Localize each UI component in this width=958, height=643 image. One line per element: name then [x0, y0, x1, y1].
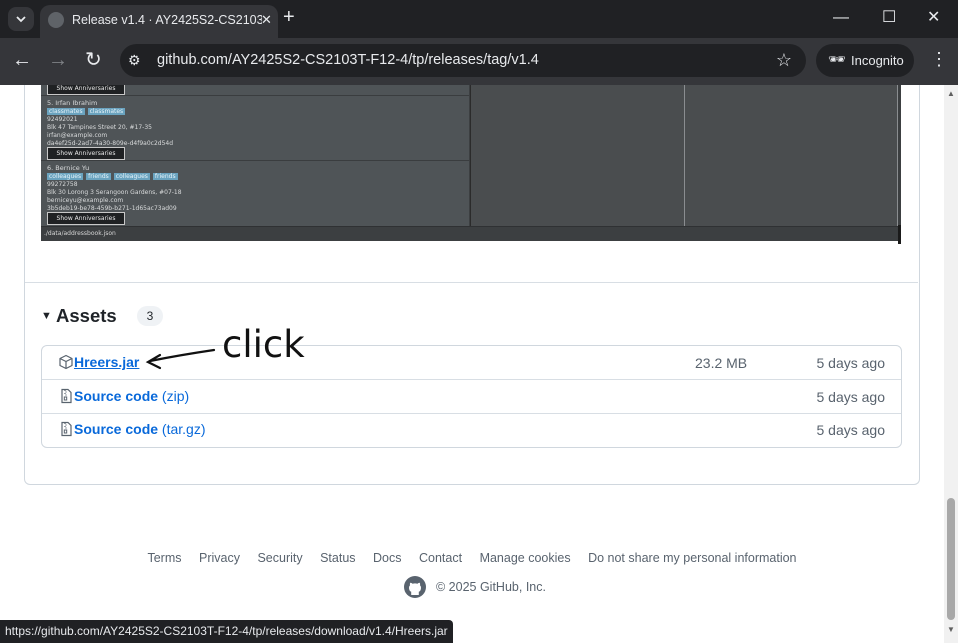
reload-button[interactable]: ↻ [85, 50, 102, 70]
scroll-down-icon[interactable]: ▼ [947, 625, 955, 634]
site-info-icon[interactable]: ⚙ [128, 52, 141, 69]
github-logo-icon[interactable] [403, 575, 427, 599]
link-status-bubble: https://github.com/AY2425S2-CS2103T-F12-… [0, 620, 453, 643]
screenshot-phone: 99272758 [47, 181, 78, 188]
screenshot-status-bar: ./data/addressbook.json [41, 226, 901, 241]
asset-link-hreers-jar[interactable]: Hreers.jar [74, 354, 139, 370]
file-zip-icon [61, 421, 72, 437]
bookmark-star-icon[interactable]: ☆ [776, 50, 792, 71]
screenshot-tags: colleagues friends colleagues friends [47, 173, 178, 180]
page-content: Show Anniversaries 5. Irfan Ibrahim clas… [0, 85, 944, 643]
browser-toolbar: ← → ↻ ⚙ github.com/AY2425S2-CS2103T-F12-… [0, 38, 958, 85]
tab-title: Release v1.4 · AY2425S2-CS2103T-F12-4/tp [72, 13, 262, 27]
screenshot-tags: classmates classmates [47, 108, 126, 115]
browser-menu-button[interactable]: ⋮ [930, 50, 948, 68]
screenshot-edge [898, 225, 901, 244]
assets-title[interactable]: Assets [56, 305, 117, 327]
asset-link-source-targz[interactable]: Source code (tar.gz) [74, 421, 206, 437]
asset-date: 5 days ago [816, 422, 886, 438]
screenshot-phone: 92492021 [47, 116, 78, 123]
release-screenshot-image: Show Anniversaries 5. Irfan Ibrahim clas… [41, 85, 901, 241]
page-scrollbar[interactable]: ▲ ▼ [944, 85, 958, 643]
asset-row: Hreers.jar 23.2 MB 5 days ago [42, 346, 901, 380]
screenshot-card: 6. Bernice Yu colleagues friends colleague… [41, 161, 469, 227]
window-close-button[interactable]: ✕ [927, 9, 940, 27]
screenshot-panel [470, 85, 685, 226]
screenshot-name: 5. Irfan Ibrahim [47, 99, 98, 107]
screenshot-id: 3b5deb19-be78-459b-b271-1d65ac73ad09 [47, 205, 177, 212]
file-zip-icon [61, 388, 72, 404]
footer-link-contact[interactable]: Contact [419, 551, 462, 565]
assets-count-badge: 3 [137, 306, 163, 326]
asset-date: 5 days ago [816, 389, 886, 405]
screenshot-address: Blk 30 Lorong 3 Serangoon Gardens, #07-1… [47, 189, 182, 196]
asset-size: 23.2 MB [695, 355, 748, 371]
screenshot-button: Show Anniversaries [47, 85, 125, 95]
chevron-down-icon [16, 16, 26, 23]
new-tab-button[interactable]: + [283, 7, 295, 27]
screenshot-button: Show Anniversaries [47, 147, 125, 160]
asset-date: 5 days ago [816, 355, 886, 371]
back-button[interactable]: ← [12, 50, 32, 70]
asset-row: Source code (zip) 5 days ago [42, 380, 901, 414]
scroll-up-icon[interactable]: ▲ [947, 89, 955, 98]
incognito-badge[interactable]: 🕶 Incognito [816, 44, 914, 77]
screenshot-name: 6. Bernice Yu [47, 164, 90, 172]
asset-link-source-zip[interactable]: Source code (zip) [74, 388, 189, 404]
package-icon [59, 354, 73, 370]
github-favicon-icon [48, 12, 64, 28]
tab-strip: Release v1.4 · AY2425S2-CS2103T-F12-4/tp… [0, 0, 958, 38]
minimize-button[interactable]: — [833, 9, 849, 27]
screenshot-panel [685, 85, 898, 226]
footer-link-terms[interactable]: Terms [147, 551, 181, 565]
footer-link-security[interactable]: Security [257, 551, 302, 565]
section-divider [25, 282, 918, 283]
screenshot-card: 5. Irfan Ibrahim classmates classmates 92… [41, 96, 469, 161]
incognito-icon: 🕶 [828, 51, 846, 67]
screenshot-address: Blk 47 Tampines Street 20, #17-35 [47, 124, 152, 131]
footer-link-do-not-share[interactable]: Do not share my personal information [588, 551, 796, 565]
footer-links: Terms Privacy Security Status Docs Conta… [0, 551, 944, 565]
footer-link-docs[interactable]: Docs [373, 551, 401, 565]
assets-list: Hreers.jar 23.2 MB 5 days ago Source cod… [41, 345, 902, 448]
screenshot-email: irfan@example.com [47, 132, 108, 139]
screenshot-id: da4ef25d-2ad7-4a30-809e-d4f9a0c2d54d [47, 140, 174, 147]
scrollbar-thumb[interactable] [947, 498, 955, 620]
asset-row: Source code (tar.gz) 5 days ago [42, 413, 901, 446]
screenshot-status-text: ./data/addressbook.json [44, 230, 116, 237]
maximize-button[interactable]: ☐ [882, 9, 896, 27]
footer-link-manage-cookies[interactable]: Manage cookies [480, 551, 571, 565]
tab-close-icon[interactable]: ✕ [261, 12, 272, 28]
screenshot-email: berniceyu@example.com [47, 197, 124, 204]
tab-release[interactable]: Release v1.4 · AY2425S2-CS2103T-F12-4/tp… [40, 5, 278, 38]
tab-search-button[interactable] [8, 7, 34, 31]
screenshot-button: Show Anniversaries [47, 212, 125, 225]
url-text[interactable]: github.com/AY2425S2-CS2103T-F12-4/tp/rel… [157, 52, 539, 68]
screenshot-person-list: Show Anniversaries 5. Irfan Ibrahim clas… [41, 85, 469, 227]
footer-link-privacy[interactable]: Privacy [199, 551, 240, 565]
address-bar[interactable]: ⚙ github.com/AY2425S2-CS2103T-F12-4/tp/r… [120, 44, 806, 77]
screenshot-card: Show Anniversaries [41, 85, 469, 96]
incognito-label: Incognito [851, 53, 904, 68]
forward-button[interactable]: → [48, 50, 68, 70]
triangle-down-icon[interactable]: ▼ [41, 310, 52, 322]
copyright-text: © 2025 GitHub, Inc. [436, 580, 546, 594]
footer-link-status[interactable]: Status [320, 551, 355, 565]
